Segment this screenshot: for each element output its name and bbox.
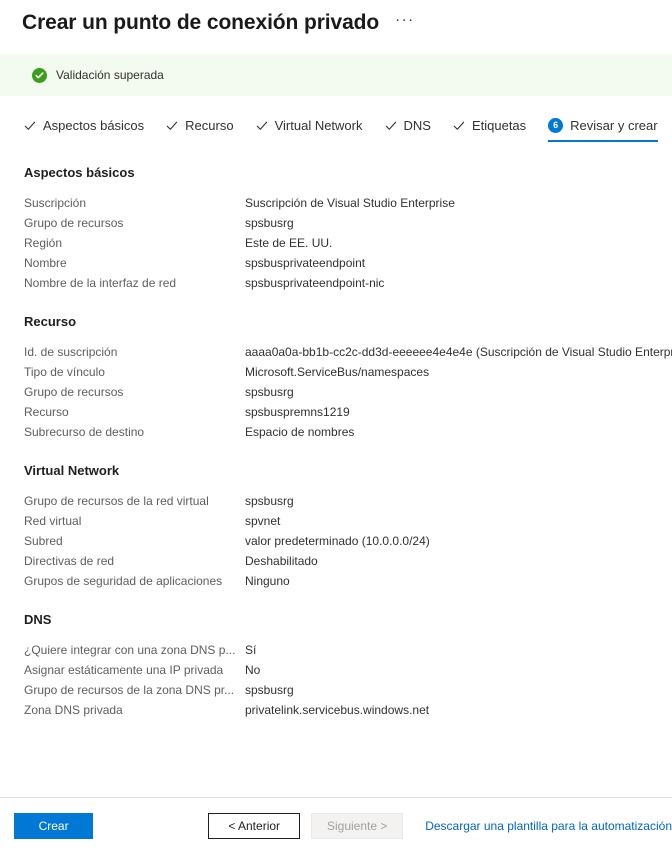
tab-label: Virtual Network — [274, 118, 363, 133]
summary-row: Id. de suscripción aaaa0a0a-bb1b-cc2c-dd… — [24, 342, 672, 362]
row-label: Directivas de red — [24, 554, 115, 568]
summary-row: Nombre spsbusprivateendpoint — [24, 253, 664, 273]
row-value: Espacio de nombres — [245, 425, 355, 439]
summary-row: Grupo de recursos spsbusrg — [24, 213, 664, 233]
row-label: Id. de suscripción — [24, 345, 118, 359]
row-value: valor predeterminado (10.0.0.0/24) — [245, 534, 430, 548]
row-label: ¿Quiere integrar con una zona DNS p... — [24, 643, 236, 657]
next-button: Siguiente > — [311, 812, 404, 839]
download-template-link[interactable]: Descargar una plantilla para la automati… — [425, 819, 672, 833]
row-label: Asignar estáticamente una IP privada — [24, 663, 224, 677]
section-title: Virtual Network — [24, 463, 120, 478]
summary-row: Asignar estáticamente una IP privada No — [24, 660, 664, 680]
summary-row: Suscripción Suscripción de Visual Studio… — [24, 193, 664, 213]
summary-row: Red virtual spvnet — [24, 511, 664, 531]
check-circle-icon — [32, 67, 47, 83]
row-value: Suscripción de Visual Studio Enterprise — [245, 196, 455, 210]
row-value: spsbusrg — [245, 683, 294, 697]
tab-etiquetas[interactable]: Etiquetas — [453, 117, 526, 142]
row-label: Nombre — [24, 256, 67, 270]
row-value: spsbusrg — [245, 385, 294, 399]
row-value: Microsoft.ServiceBus/namespaces — [245, 365, 430, 379]
check-icon — [256, 120, 268, 132]
step-number-badge: 6 — [548, 118, 564, 133]
check-icon — [24, 120, 36, 132]
summary-row: Grupos de seguridad de aplicaciones Ning… — [24, 571, 664, 591]
summary-row: ¿Quiere integrar con una zona DNS p... S… — [24, 640, 664, 660]
section-dns: DNS ¿Quiere integrar con una zona DNS p.… — [24, 611, 664, 720]
tab-revisar-y-crear[interactable]: 6 Revisar y crear — [548, 117, 658, 142]
row-label: Tipo de vínculo — [24, 365, 105, 379]
wizard-tabs: Aspectos básicos Recurso Virtual Network… — [0, 112, 672, 142]
row-label: Suscripción — [24, 196, 87, 210]
more-options-icon[interactable]: ··· — [391, 12, 419, 34]
row-value: spsbusprivateendpoint — [245, 256, 366, 270]
row-value: privatelink.servicebus.windows.net — [245, 703, 430, 717]
section-recurso: Recurso Id. de suscripción aaaa0a0a-bb1b… — [24, 313, 672, 442]
summary-row: Nombre de la interfaz de red spsbuspriva… — [24, 273, 664, 293]
check-icon — [453, 120, 465, 132]
summary-row: Región Este de EE. UU. — [24, 233, 664, 253]
check-icon — [166, 120, 178, 132]
row-label: Subrecurso de destino — [24, 425, 145, 439]
validation-banner: Validación superada — [0, 54, 672, 96]
row-label: Subred — [24, 534, 63, 548]
page-header: Crear un punto de conexión privado ··· — [0, 0, 672, 38]
summary-row: Zona DNS privada privatelink.servicebus.… — [24, 700, 664, 720]
summary-row: Directivas de red Deshabilitado — [24, 551, 664, 571]
summary-row: Subrecurso de destino Espacio de nombres — [24, 422, 664, 442]
summary-row: Tipo de vínculo Microsoft.ServiceBus/nam… — [24, 362, 664, 382]
previous-button[interactable]: < Anterior — [208, 812, 301, 839]
row-value: Ninguno — [245, 574, 290, 588]
row-label: Grupo de recursos de la red virtual — [24, 494, 209, 508]
tab-label: Aspectos básicos — [43, 118, 145, 133]
footer-bar: Crear < Anterior Siguiente > Descargar u… — [0, 797, 672, 853]
row-label: Grupo de recursos — [24, 385, 124, 399]
section-title: DNS — [24, 612, 52, 627]
summary-row: Subred valor predeterminado (10.0.0.0/24… — [24, 531, 664, 551]
tab-label: Recurso — [185, 118, 234, 133]
row-value: Sí — [245, 643, 257, 657]
row-label: Recurso — [24, 405, 69, 419]
summary-row: Grupo de recursos spsbusrg — [24, 382, 664, 402]
tab-recurso[interactable]: Recurso — [166, 117, 234, 142]
row-label: Grupo de recursos — [24, 216, 124, 230]
row-label: Grupo de recursos de la zona DNS pr... — [24, 683, 235, 697]
row-value: spsbusprivateendpoint-nic — [245, 276, 385, 290]
check-icon — [385, 120, 397, 132]
tab-label: Revisar y crear — [570, 118, 658, 133]
row-value: spvnet — [245, 514, 281, 528]
row-label: Red virtual — [24, 514, 82, 528]
section-title: Recurso — [24, 314, 77, 329]
row-label: Región — [24, 236, 63, 250]
row-label: Zona DNS privada — [24, 703, 123, 717]
row-value: spsbuspremns1219 — [245, 405, 350, 419]
row-value: No — [245, 663, 261, 677]
row-value: Deshabilitado — [245, 554, 318, 568]
tab-label: Etiquetas — [471, 118, 527, 133]
row-label: Grupos de seguridad de aplicaciones — [24, 574, 223, 588]
row-value: Este de EE. UU. — [245, 236, 333, 250]
row-value: aaaa0a0a-bb1b-cc2c-dd3d-eeeeee4e4e4e (Su… — [245, 345, 672, 359]
section-title: Aspectos básicos — [24, 165, 135, 180]
summary-content: Aspectos básicos Suscripción Suscripción… — [0, 164, 672, 720]
summary-row: Grupo de recursos de la red virtual spsb… — [24, 491, 664, 511]
page-title: Crear un punto de conexión privado — [22, 11, 380, 34]
section-aspectos-basicos: Aspectos básicos Suscripción Suscripción… — [24, 164, 664, 293]
row-label: Nombre de la interfaz de red — [24, 276, 177, 290]
tab-virtual-network[interactable]: Virtual Network — [256, 117, 363, 142]
section-virtual-network: Virtual Network Grupo de recursos de la … — [24, 462, 664, 591]
summary-row: Recurso spsbuspremns1219 — [24, 402, 664, 422]
tab-aspectos-basicos[interactable]: Aspectos básicos — [24, 117, 144, 142]
tab-dns[interactable]: DNS — [385, 117, 431, 142]
summary-row: Grupo de recursos de la zona DNS pr... s… — [24, 680, 664, 700]
tab-label: DNS — [403, 118, 431, 133]
create-button[interactable]: Crear — [14, 812, 94, 839]
row-value: spsbusrg — [245, 494, 294, 508]
row-value: spsbusrg — [245, 216, 294, 230]
validation-banner-text: Validación superada — [56, 68, 164, 82]
